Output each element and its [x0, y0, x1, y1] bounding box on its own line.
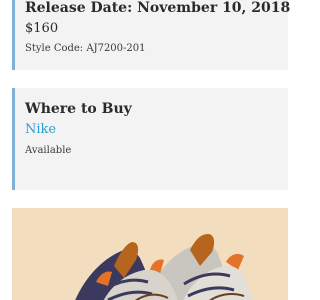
- release-info-card: Release Date: November 10, 2018 $160 Sty…: [12, 0, 291, 70]
- where-to-buy-heading: Where to Buy: [25, 101, 132, 117]
- retailer-link-nike[interactable]: Nike: [25, 122, 56, 137]
- release-date: Release Date: November 10, 2018: [25, 0, 291, 16]
- price: $160: [25, 21, 59, 36]
- sneaker-photo: [75, 234, 253, 300]
- style-code: Style Code: AJ7200-201: [25, 43, 146, 54]
- product-image[interactable]: [12, 208, 288, 300]
- availability-status: Available: [25, 145, 72, 156]
- where-to-buy-card: Where to Buy Nike Available: [12, 88, 288, 190]
- page: Release Date: November 10, 2018 $160 Sty…: [0, 0, 300, 300]
